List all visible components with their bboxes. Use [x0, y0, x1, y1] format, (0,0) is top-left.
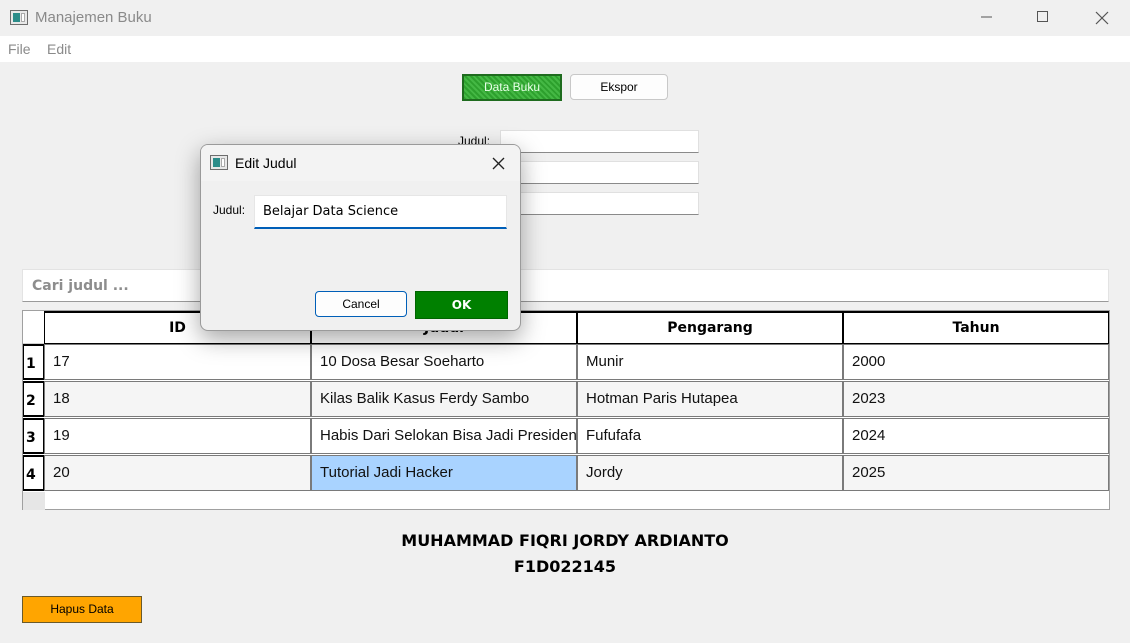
table-corner — [23, 311, 45, 344]
dialog-judul-input[interactable] — [255, 196, 506, 227]
table-cell-id[interactable]: 19 — [44, 418, 311, 454]
ekspor-button[interactable]: Ekspor — [570, 74, 668, 100]
table-empty-area — [23, 492, 45, 510]
column-header-tahun[interactable]: Tahun — [843, 311, 1109, 344]
row-header[interactable]: 1 — [23, 344, 45, 380]
row-header[interactable]: 4 — [23, 455, 45, 491]
author-name: MUHAMMAD FIQRI JORDY ARDIANTO — [401, 531, 729, 550]
tahun-input[interactable] — [500, 192, 699, 215]
minimize-button[interactable] — [958, 0, 1016, 36]
search-box — [22, 269, 1109, 302]
dialog-title: Edit Judul — [235, 155, 297, 171]
table-cell-tahun[interactable]: 2025 — [843, 455, 1109, 491]
table-cell-judul[interactable]: Habis Dari Selokan Bisa Jadi Presiden — [311, 418, 577, 454]
judul-input[interactable] — [500, 130, 699, 153]
table-cell-tahun[interactable]: 2024 — [843, 418, 1109, 454]
row-header[interactable]: 2 — [23, 381, 45, 417]
table-cell-judul-selected[interactable]: Tutorial Jadi Hacker — [311, 455, 577, 491]
author-student-id: F1D022145 — [513, 557, 617, 576]
table-cell-tahun[interactable]: 2023 — [843, 381, 1109, 417]
search-input[interactable] — [23, 270, 1108, 301]
menu-edit[interactable]: Edit — [47, 41, 71, 57]
data-buku-button[interactable]: Data Buku — [462, 74, 562, 101]
row-header[interactable]: 3 — [23, 418, 45, 454]
dialog-titlebar: Edit Judul — [201, 145, 520, 181]
dialog-window-icon — [210, 155, 228, 170]
table-cell-id[interactable]: 18 — [44, 381, 311, 417]
maximize-button[interactable] — [1014, 0, 1072, 36]
hapus-data-button[interactable]: Hapus Data — [22, 596, 142, 623]
ok-button[interactable]: OK — [415, 291, 508, 319]
maximize-icon — [1037, 11, 1048, 22]
menu-file[interactable]: File — [8, 41, 31, 57]
window-title: Manajemen Buku — [35, 9, 152, 26]
table-cell-pengarang[interactable]: Fufufafa — [577, 418, 843, 454]
close-button[interactable] — [1072, 0, 1130, 36]
close-icon — [492, 157, 505, 170]
table-cell-judul[interactable]: Kilas Balik Kasus Ferdy Sambo — [311, 381, 577, 417]
table-cell-id[interactable]: 17 — [44, 344, 311, 380]
cancel-button[interactable]: Cancel — [315, 291, 407, 317]
table-cell-id[interactable]: 20 — [44, 455, 311, 491]
table-cell-judul[interactable]: 10 Dosa Besar Soeharto — [311, 344, 577, 380]
menu-bar: File Edit — [0, 36, 1130, 62]
table-cell-tahun[interactable]: 2000 — [843, 344, 1109, 380]
close-icon — [1095, 11, 1109, 25]
table-cell-pengarang[interactable]: Hotman Paris Hutapea — [577, 381, 843, 417]
books-table: ID Judul Pengarang Tahun 1 17 10 Dosa Be… — [22, 310, 1110, 510]
edit-judul-dialog: Edit Judul Judul: Cancel OK — [200, 144, 521, 331]
dialog-judul-label: Judul: — [213, 203, 246, 217]
column-header-pengarang[interactable]: Pengarang — [577, 311, 843, 344]
dialog-judul-field — [254, 195, 507, 229]
app-window-icon — [10, 10, 28, 25]
dialog-close-button[interactable] — [483, 149, 513, 177]
window-titlebar: Manajemen Buku — [0, 0, 1130, 36]
table-cell-pengarang[interactable]: Jordy — [577, 455, 843, 491]
minimize-icon — [981, 16, 992, 18]
pengarang-input[interactable] — [500, 161, 699, 184]
table-cell-pengarang[interactable]: Munir — [577, 344, 843, 380]
